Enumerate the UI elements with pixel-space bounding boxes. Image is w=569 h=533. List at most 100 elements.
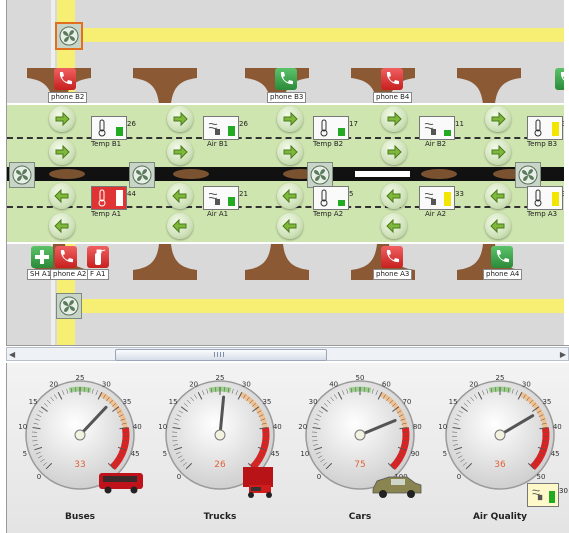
fan-icon[interactable] (56, 293, 82, 319)
sensor-value: 33 (455, 190, 464, 198)
emergency-label: phone B3 (267, 92, 307, 103)
gauge-label: Air Quality (472, 512, 528, 522)
sensor-level-bar (338, 200, 345, 206)
lane-arrow-left-icon[interactable] (381, 183, 407, 209)
first-aid-icon[interactable] (31, 246, 53, 268)
lane-arrow-right-icon[interactable] (381, 106, 407, 132)
gauge-tick-label: 50 (537, 473, 546, 481)
gauge-tick-label: 35 (542, 398, 551, 406)
sensor-air-a2[interactable] (419, 186, 455, 210)
bus-icon (99, 473, 143, 494)
gauge-tick-label: 5 (443, 450, 447, 458)
lane-arrow-right-icon[interactable] (381, 139, 407, 165)
lane-arrow-left-icon[interactable] (485, 213, 511, 239)
gauge-tick-label: 20 (189, 380, 198, 388)
gauge-dial: 0 5 10 15 20 25 30 35 40 45 50 36 (438, 374, 562, 490)
scroll-left-icon[interactable]: ◀ (9, 350, 15, 359)
sensor-label: Air B1 (207, 140, 229, 148)
gauge-tick-label: 15 (169, 398, 178, 406)
gauge-tick-label: 80 (413, 423, 422, 431)
lane-arrow-left-icon[interactable] (49, 213, 75, 239)
lane-arrow-right-icon[interactable] (167, 106, 193, 132)
phone-icon[interactable] (275, 68, 297, 90)
gauge-air-quality: 0 5 10 15 20 25 30 35 40 45 50 36 30 Air Quality (435, 367, 568, 522)
tunnel-map: phone B2 phone B3 phone B4 SH A1 phone A… (6, 0, 569, 346)
emergency-label: phone A2 (50, 269, 90, 280)
air-quality-badge[interactable] (527, 483, 559, 507)
emergency-label: phone A3 (373, 269, 413, 280)
sensor-label: Temp A3 (527, 210, 558, 218)
sensor-temp-a1[interactable] (91, 186, 127, 210)
emergency-label: F A1 (87, 269, 109, 280)
gauge-trucks: 0510152025303540455026 Trucks (155, 367, 285, 522)
lane-arrow-right-icon[interactable] (277, 106, 303, 132)
air-quality-badge-value: 30 (559, 487, 568, 495)
lane-arrow-left-icon[interactable] (381, 213, 407, 239)
sensor-temp-b2[interactable] (313, 116, 349, 140)
gauge-tick-label: 10 (300, 450, 309, 458)
fan-icon[interactable] (9, 162, 35, 188)
truck-icon (243, 467, 273, 498)
lane-arrow-right-icon[interactable] (485, 106, 511, 132)
thermometer-icon (98, 119, 106, 137)
horizontal-scrollbar[interactable]: ◀ ▶ (6, 347, 569, 361)
sensor-value: 26 (239, 120, 248, 128)
sensor-air-b2[interactable] (419, 116, 455, 140)
gauge-tick-label: 20 (469, 380, 478, 388)
gauge-tick-label: 40 (133, 423, 142, 431)
phone-icon[interactable] (55, 246, 77, 268)
sensor-temp-b3[interactable] (527, 116, 563, 140)
lane-arrow-right-icon[interactable] (277, 139, 303, 165)
gauge-tick-label: 5 (163, 450, 167, 458)
sensor-level-bar (116, 190, 123, 206)
lane-arrow-right-icon[interactable] (49, 106, 75, 132)
lane-arrow-right-icon[interactable] (167, 139, 193, 165)
phone-icon[interactable] (381, 246, 403, 268)
fan-icon[interactable] (515, 162, 541, 188)
gauge-tick-label: 35 (122, 398, 131, 406)
phone-icon[interactable] (491, 246, 513, 268)
fire-extinguisher-icon[interactable] (87, 246, 109, 268)
scrollbar-thumb[interactable] (115, 349, 327, 361)
lane-arrow-right-icon[interactable] (485, 139, 511, 165)
gauge-tick-label: 20 (298, 423, 307, 431)
sensor-temp-b1[interactable] (91, 116, 127, 140)
sensor-level-bar (228, 197, 235, 206)
gauge-tick-label: 5 (23, 450, 27, 458)
air-quality-icon (208, 122, 220, 135)
sensor-value: 5 (349, 190, 354, 198)
sensor-level-bar (444, 130, 451, 136)
gauge-tick-label: 15 (449, 398, 458, 406)
sensor-temp-a2[interactable] (313, 186, 349, 210)
lane-arrow-right-icon[interactable] (49, 139, 75, 165)
median-oval (173, 169, 209, 179)
phone-icon[interactable] (54, 68, 76, 90)
lane-arrow-left-icon[interactable] (49, 183, 75, 209)
sensor-temp-a3[interactable] (527, 186, 563, 210)
sensor-value: 17 (349, 120, 358, 128)
fan-icon[interactable] (307, 162, 333, 188)
gauge-tick-label: 60 (382, 380, 391, 388)
lane-arrow-left-icon[interactable] (167, 213, 193, 239)
gauge-tick-label: 40 (553, 423, 562, 431)
air-quality-icon (532, 489, 543, 501)
sensor-air-a1[interactable] (203, 186, 239, 210)
tunnel-control-app: phone B2 phone B3 phone B4 SH A1 phone A… (0, 0, 569, 533)
gauge-tick-label: 0 (317, 473, 321, 481)
lane-arrow-left-icon[interactable] (277, 213, 303, 239)
phone-icon[interactable] (381, 68, 403, 90)
fan-icon[interactable] (129, 162, 155, 188)
gauge-tick-label: 30 (242, 380, 251, 388)
sensor-air-b1[interactable] (203, 116, 239, 140)
gauge-value: 26 (214, 460, 226, 470)
sensor-value: 26 (127, 120, 136, 128)
scroll-right-icon[interactable]: ▶ (560, 350, 566, 359)
lane-arrow-left-icon[interactable] (167, 183, 193, 209)
lane-arrow-left-icon[interactable] (485, 183, 511, 209)
lane-arrow-left-icon[interactable] (277, 183, 303, 209)
gauge-tick-label: 10 (18, 423, 27, 431)
badge-level-bar (549, 491, 555, 503)
gauge-tick-label: 10 (438, 423, 447, 431)
fan-icon[interactable] (55, 22, 83, 50)
gauge-tick-label: 25 (496, 374, 505, 382)
